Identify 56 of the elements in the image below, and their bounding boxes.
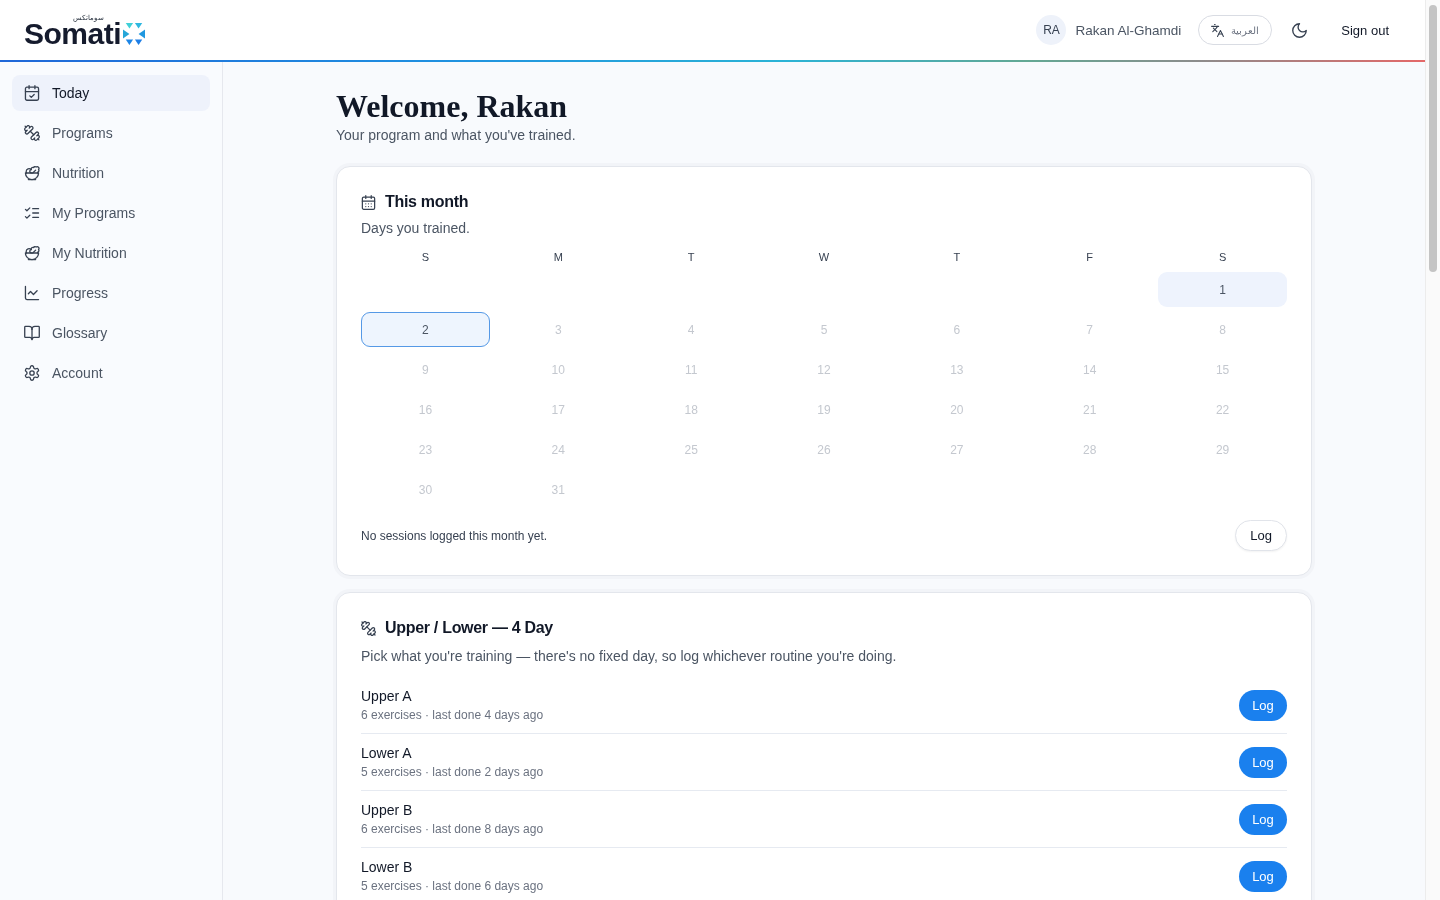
calendar-day[interactable]: 2 xyxy=(361,312,490,347)
log-button[interactable]: Log xyxy=(1239,690,1287,721)
routine-name: Lower A xyxy=(361,745,413,762)
sidebar-item[interactable]: Glossary xyxy=(12,315,210,351)
bowl-icon xyxy=(24,165,40,181)
weekday-label: S xyxy=(1217,251,1228,264)
dumbbell-icon xyxy=(24,125,40,141)
card-subtitle: Days you trained. xyxy=(361,219,471,237)
bowl-icon xyxy=(24,245,40,261)
sidebar-item[interactable]: Nutrition xyxy=(12,155,210,191)
page-title: Welcome, Rakan xyxy=(336,88,569,124)
moon-icon[interactable] xyxy=(1292,22,1308,38)
sidebar-item[interactable]: Programs xyxy=(12,115,210,151)
sidebar-item[interactable]: My Programs xyxy=(12,195,210,231)
calendar-icon xyxy=(361,194,376,210)
routine-details: 6 exercises · last done 8 days ago xyxy=(361,821,544,837)
empty-message: No sessions logged this month yet. xyxy=(361,528,548,543)
user-avatar: RA xyxy=(1036,15,1067,45)
routine-details: 5 exercises · last done 6 days ago xyxy=(361,878,544,894)
log-button[interactable]: Log xyxy=(1239,804,1287,835)
translate-icon xyxy=(1211,23,1225,37)
routine-details: 6 exercises · last done 4 days ago xyxy=(361,707,544,723)
log-button[interactable]: Log xyxy=(1235,520,1287,551)
weekday-label: F xyxy=(1085,251,1095,264)
weekday-label: S xyxy=(420,251,431,264)
card-description: Pick what you're training — there's no fixed day, so log whichever routine you're doing. xyxy=(361,647,898,665)
routine-details: 5 exercises · last done 2 days ago xyxy=(361,764,544,780)
weekday-label: T xyxy=(686,251,696,264)
calendar-check-icon xyxy=(24,85,40,101)
routine-name: Upper A xyxy=(361,688,413,705)
card-title: This month xyxy=(385,193,469,211)
logo-mark-icon xyxy=(123,23,146,45)
routine-name: Upper B xyxy=(361,802,414,819)
language-button[interactable]: العربية xyxy=(1198,15,1273,45)
user-name: Rakan Al-Ghamdi xyxy=(1075,22,1182,38)
log-button[interactable]: Log xyxy=(1239,861,1287,892)
calendar-day[interactable]: 1 xyxy=(1158,272,1287,307)
log-button[interactable]: Log xyxy=(1239,747,1287,778)
sidebar-item[interactable]: My Nutrition xyxy=(12,235,210,271)
sidebar-item[interactable]: Account xyxy=(12,355,210,391)
sign-out-button[interactable]: Sign out xyxy=(1331,16,1399,44)
weekday-label: M xyxy=(552,251,564,264)
card-title: Upper / Lower — 4 Day xyxy=(385,619,553,637)
page-subtitle: Your program and what you've trained. xyxy=(336,126,577,144)
dumbbell-icon xyxy=(361,620,376,636)
sidebar-item[interactable]: Progress xyxy=(12,275,210,311)
book-icon xyxy=(24,325,40,341)
settings-icon xyxy=(24,365,40,381)
sidebar-item[interactable]: Today xyxy=(12,75,210,111)
checklist-icon xyxy=(24,205,40,221)
scrollbar-thumb[interactable] xyxy=(1429,5,1437,272)
weekday-label: W xyxy=(817,251,831,264)
weekday-label: T xyxy=(952,251,962,264)
routine-name: Lower B xyxy=(361,859,414,876)
logo-wordmark: Somati xyxy=(24,21,122,46)
line-chart-icon xyxy=(24,285,40,301)
